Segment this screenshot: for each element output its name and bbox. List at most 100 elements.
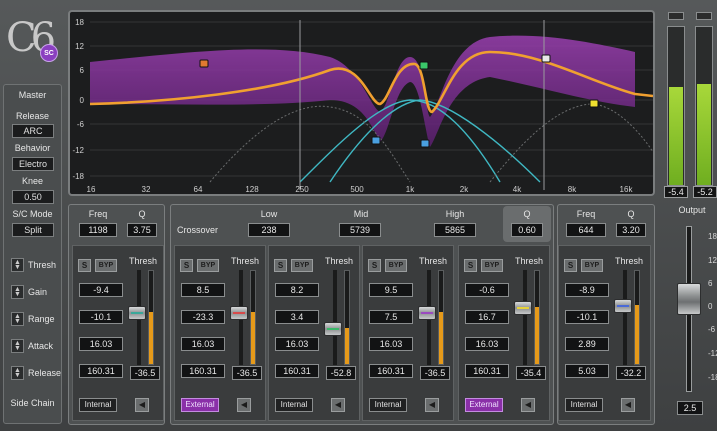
sidechain-source-select[interactable]: External (181, 398, 219, 412)
release-stepper[interactable]: ▲ ▼ (11, 366, 24, 380)
solo-button[interactable]: S (274, 259, 287, 272)
band-handle-5[interactable] (371, 136, 381, 145)
right-clip-led[interactable] (696, 12, 712, 20)
threshold-fader-knob[interactable] (324, 322, 342, 336)
solo-button[interactable]: S (564, 259, 577, 272)
threshold-readout[interactable]: -32.2 (616, 366, 646, 380)
band-param-field-4[interactable]: 160.31 (275, 364, 319, 378)
band-param-field-1[interactable]: -8.9 (565, 283, 609, 297)
bypass-button[interactable]: BYP (481, 259, 503, 272)
band-param-field-4[interactable]: 160.31 (181, 364, 225, 378)
threshold-fader-knob[interactable] (230, 306, 248, 320)
sidechain-source-select[interactable]: Internal (369, 398, 407, 412)
band-param-field-2[interactable]: -10.1 (565, 310, 609, 324)
sidechain-listen-icon[interactable]: ◀ (521, 398, 535, 412)
band-param-field-1[interactable]: 9.5 (369, 283, 413, 297)
output-tick-18: 18 (708, 232, 717, 241)
output-gain-field[interactable]: 2.5 (677, 401, 703, 415)
threshold-readout[interactable]: -36.5 (232, 366, 262, 380)
band-handle-4[interactable] (589, 99, 599, 108)
low-freq-field[interactable]: 1198 (79, 223, 117, 237)
threshold-fader-track[interactable] (438, 270, 444, 365)
threshold-readout[interactable]: -36.5 (130, 366, 160, 380)
crossover-q-field[interactable]: 0.60 (511, 223, 543, 237)
band-param-field-2[interactable]: 7.5 (369, 310, 413, 324)
threshold-fader-knob[interactable] (128, 306, 146, 320)
bypass-button[interactable]: BYP (291, 259, 313, 272)
bypass-button[interactable]: BYP (385, 259, 407, 272)
low-q-field[interactable]: 3.75 (127, 223, 157, 237)
threshold-fader-knob[interactable] (418, 306, 436, 320)
threshold-fader-track[interactable] (250, 270, 256, 365)
high-q-field[interactable]: 3.20 (616, 223, 646, 237)
release-mode-select[interactable]: ARC (12, 124, 54, 138)
band-param-field-4[interactable]: 5.03 (565, 364, 609, 378)
threshold-fader-track[interactable] (344, 270, 350, 365)
threshold-readout[interactable]: -35.4 (516, 366, 546, 380)
band-param-field-2[interactable]: -23.3 (181, 310, 225, 324)
knee-field[interactable]: 0.50 (12, 190, 54, 204)
bypass-button[interactable]: BYP (95, 259, 117, 272)
sidechain-listen-icon[interactable]: ◀ (621, 398, 635, 412)
crossover-mid-field[interactable]: 5739 (339, 223, 381, 237)
band-param-field-4[interactable]: 160.31 (79, 364, 123, 378)
crossover-high-label: High (445, 209, 465, 219)
band-handle-1[interactable] (199, 59, 209, 68)
gain-reduction-meter (623, 270, 627, 365)
threshold-fader-track[interactable] (534, 270, 540, 365)
behavior-select[interactable]: Electro (12, 157, 54, 171)
threshold-fader-knob[interactable] (614, 299, 632, 313)
high-freq-field[interactable]: 644 (566, 223, 606, 237)
crossover-high-field[interactable]: 5865 (434, 223, 476, 237)
solo-button[interactable]: S (464, 259, 477, 272)
threshold-readout[interactable]: -52.8 (326, 366, 356, 380)
band-param-field-3[interactable]: 16.03 (79, 337, 123, 351)
eq-graph[interactable]: 18 12 6 0 -6 -12 -18 16 32 64 128 250 50… (68, 10, 655, 196)
threshold-fader-track[interactable] (148, 270, 154, 365)
release-label: Release (15, 111, 50, 121)
band-param-field-3[interactable]: 16.03 (181, 337, 225, 351)
solo-button[interactable]: S (78, 259, 91, 272)
gain-stepper[interactable]: ▲ ▼ (11, 285, 24, 299)
band-param-field-1[interactable]: -0.6 (465, 283, 509, 297)
solo-button[interactable]: S (368, 259, 381, 272)
behavior-label: Behavior (14, 143, 51, 153)
band-param-field-4[interactable]: 160.31 (369, 364, 413, 378)
band-handle-6[interactable] (420, 139, 430, 148)
sidechain-source-select[interactable]: Internal (565, 398, 603, 412)
sidechain-listen-icon[interactable]: ◀ (331, 398, 345, 412)
band-param-field-1[interactable]: 8.2 (275, 283, 319, 297)
band-param-field-3[interactable]: 16.03 (465, 337, 509, 351)
band-handle-2[interactable] (419, 61, 429, 70)
band-handle-3[interactable] (541, 54, 551, 63)
left-clip-led[interactable] (668, 12, 684, 20)
left-meter-readout: -5.4 (664, 186, 688, 198)
band-param-field-2[interactable]: 3.4 (275, 310, 319, 324)
attack-stepper[interactable]: ▲ ▼ (11, 339, 24, 353)
sidechain-listen-icon[interactable]: ◀ (425, 398, 439, 412)
output-fader-knob[interactable] (677, 283, 701, 315)
sidechain-source-select[interactable]: Internal (79, 398, 117, 412)
band-param-field-1[interactable]: 8.5 (181, 283, 225, 297)
band-param-field-2[interactable]: -10.1 (79, 310, 123, 324)
thresh-stepper[interactable]: ▲ ▼ (11, 258, 24, 272)
band-param-field-2[interactable]: 16.7 (465, 310, 509, 324)
sidechain-listen-icon[interactable]: ◀ (237, 398, 251, 412)
sidechain-source-select[interactable]: Internal (275, 398, 313, 412)
threshold-readout[interactable]: -36.5 (420, 366, 450, 380)
solo-button[interactable]: S (180, 259, 193, 272)
band-param-field-3[interactable]: 2.89 (565, 337, 609, 351)
band-param-field-3[interactable]: 16.03 (369, 337, 413, 351)
band-param-field-4[interactable]: 160.31 (465, 364, 509, 378)
bypass-button[interactable]: BYP (581, 259, 603, 272)
band-param-field-3[interactable]: 16.03 (275, 337, 319, 351)
sc-mode-select[interactable]: Split (12, 223, 54, 237)
crossover-low-field[interactable]: 238 (248, 223, 290, 237)
threshold-fader-track[interactable] (634, 270, 640, 365)
threshold-fader-knob[interactable] (514, 301, 532, 315)
band-param-field-1[interactable]: -9.4 (79, 283, 123, 297)
bypass-button[interactable]: BYP (197, 259, 219, 272)
range-stepper[interactable]: ▲ ▼ (11, 312, 24, 326)
sidechain-source-select[interactable]: External (465, 398, 503, 412)
sidechain-listen-icon[interactable]: ◀ (135, 398, 149, 412)
